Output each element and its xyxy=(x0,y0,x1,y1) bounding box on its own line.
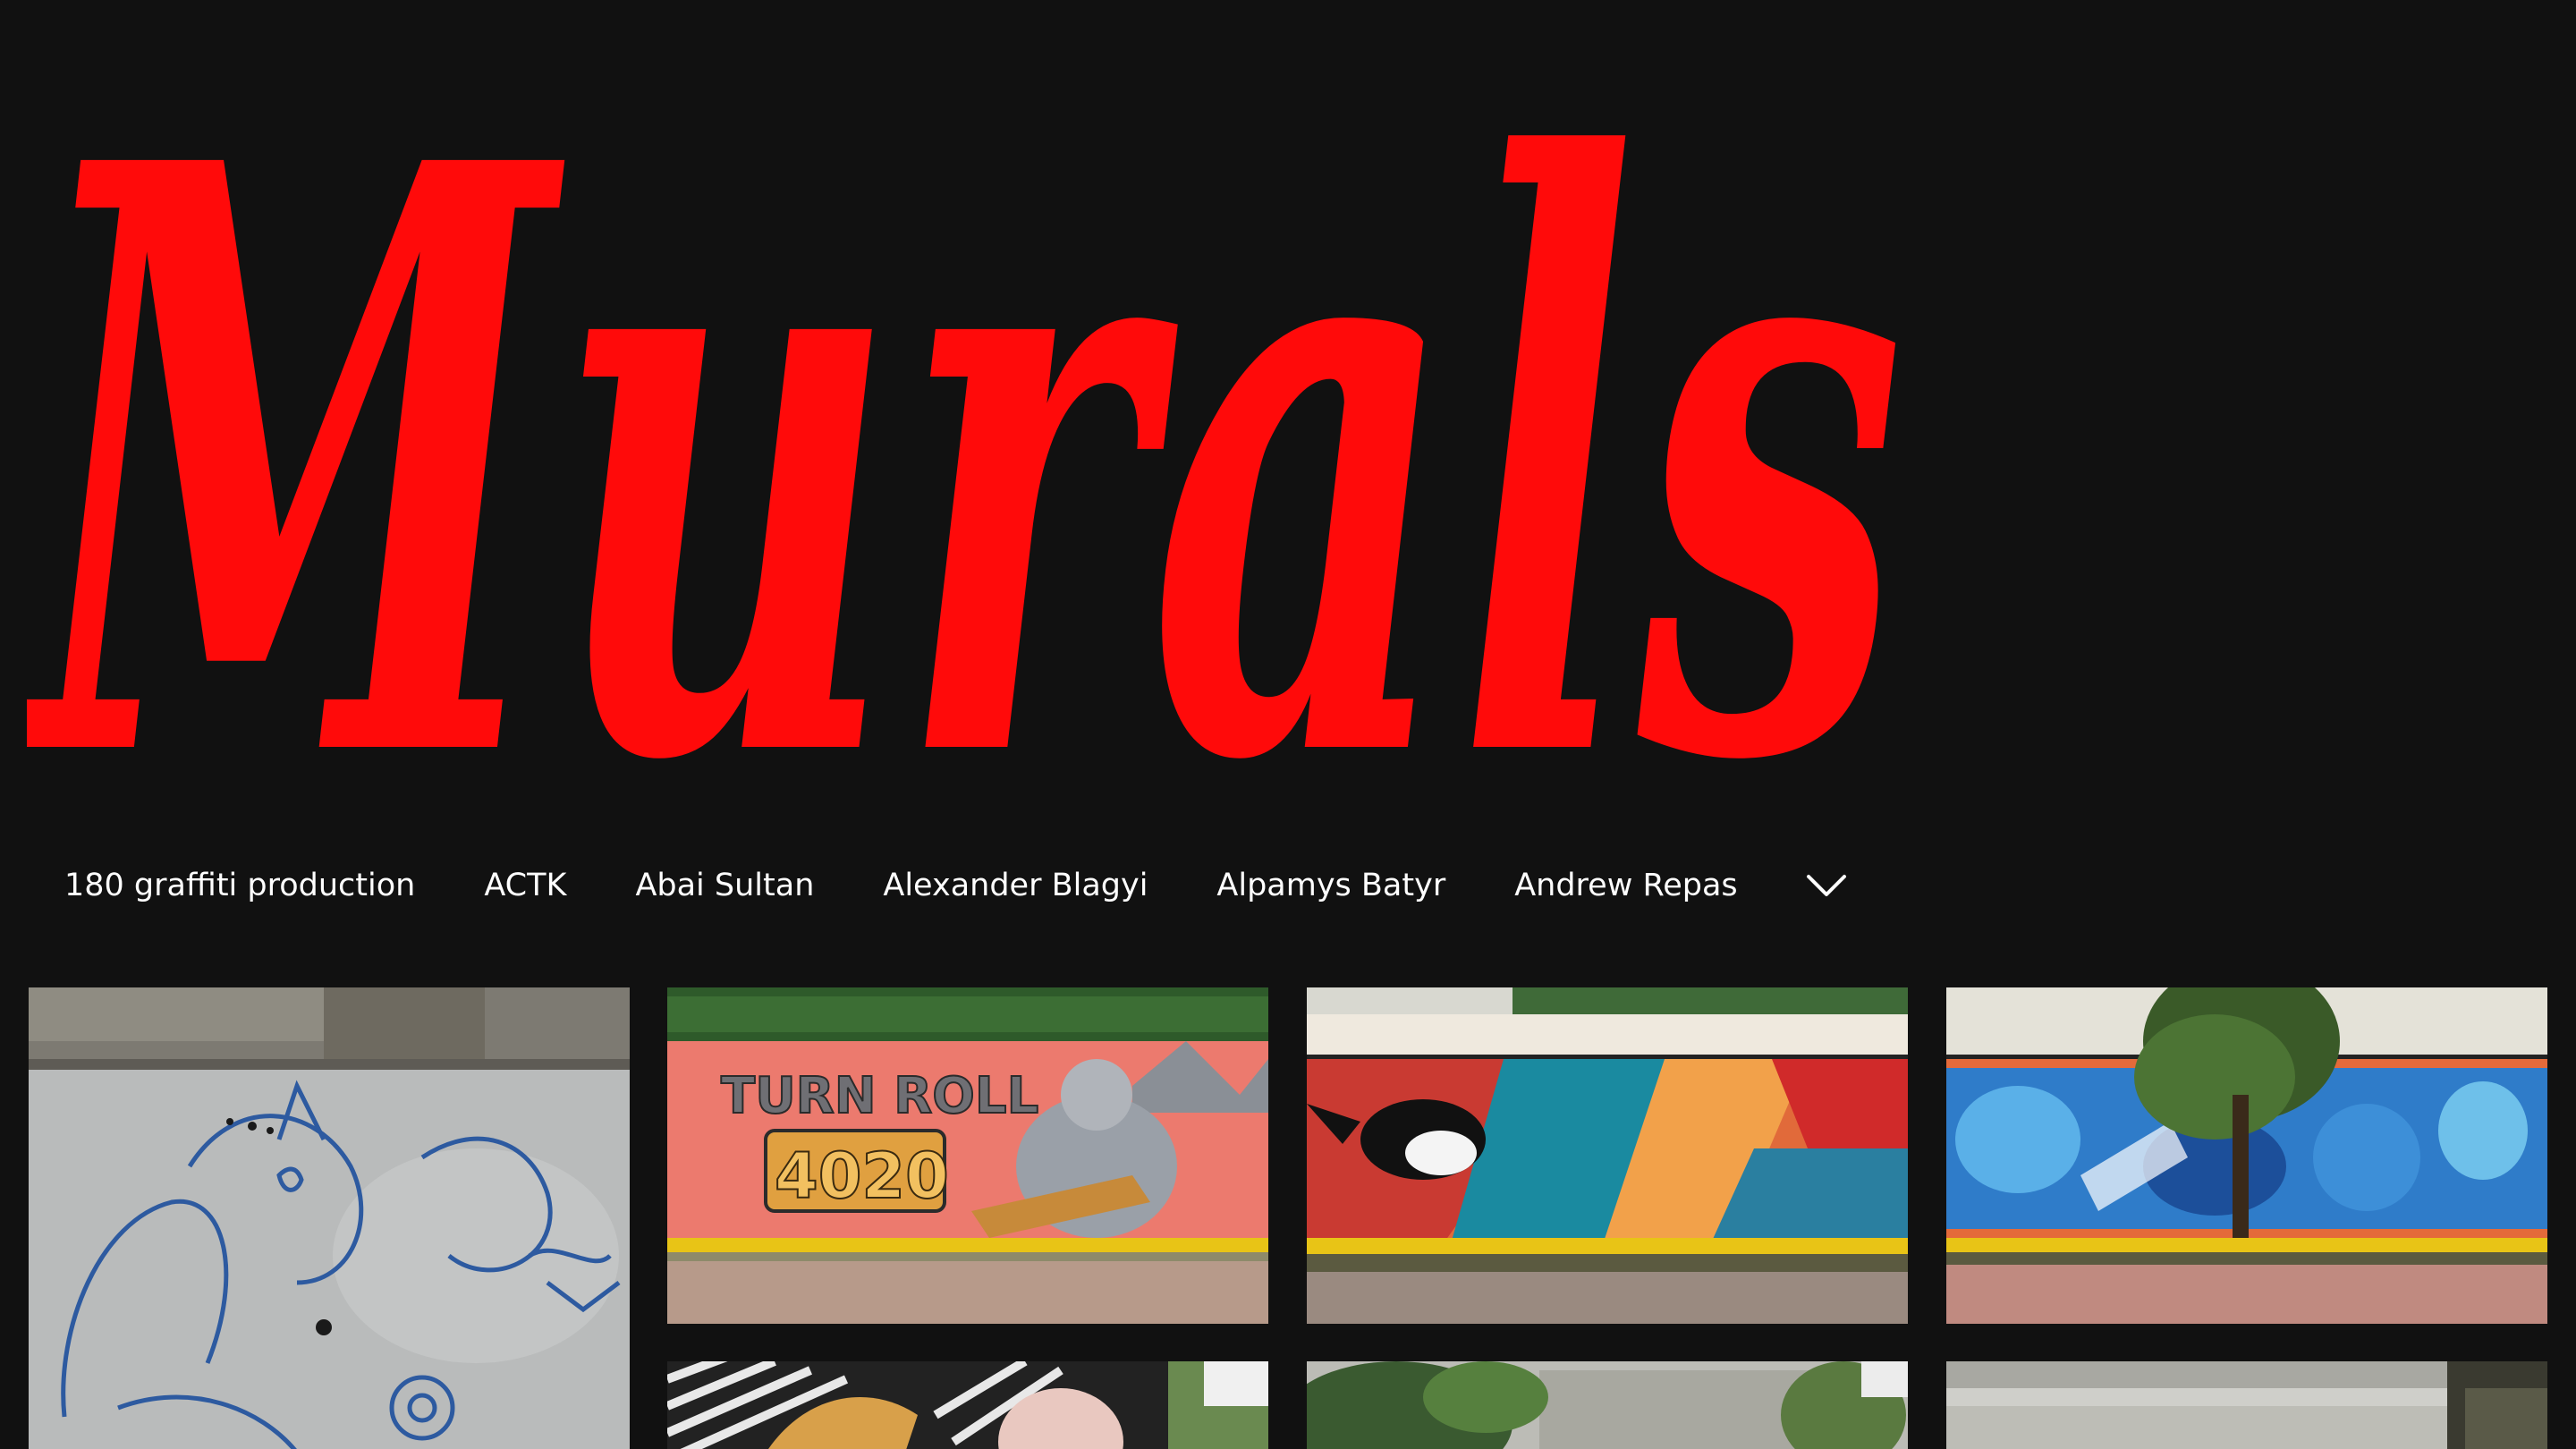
nav-item-alpamys-batyr[interactable]: Alpamys Batyr xyxy=(1216,868,1445,903)
page: Murals 180 graffiti production ACTK Abai… xyxy=(0,0,2576,1449)
svg-text:TURN ROLL: TURN ROLL xyxy=(721,1067,1038,1125)
gallery-image-1[interactable] xyxy=(29,987,630,1449)
page-title: Murals xyxy=(27,54,1923,823)
gallery-image-3[interactable] xyxy=(1307,987,1908,1324)
nav-item-actk[interactable]: ACTK xyxy=(484,868,566,903)
nav-item-andrew-repas[interactable]: Andrew Repas xyxy=(1514,868,1737,903)
nav-item-180-graffiti-production[interactable]: 180 graffiti production xyxy=(64,868,415,903)
nav-item-abai-sultan[interactable]: Abai Sultan xyxy=(635,868,814,903)
nav-item-alexander-blagyi[interactable]: Alexander Blagyi xyxy=(883,868,1148,903)
gallery-image-6[interactable] xyxy=(1307,1361,1908,1449)
svg-text:4020: 4020 xyxy=(775,1140,949,1213)
gallery-image-4[interactable] xyxy=(1946,987,2547,1324)
gallery-image-2[interactable]: TURN ROLL 4020 xyxy=(667,987,1268,1324)
chevron-down-icon[interactable] xyxy=(1805,869,1848,902)
page-title-text: Murals xyxy=(27,54,1905,823)
artist-nav: 180 graffiti production ACTK Abai Sultan… xyxy=(64,854,1807,917)
gallery-image-7[interactable] xyxy=(1946,1361,2547,1449)
gallery-image-5[interactable] xyxy=(667,1361,1268,1449)
